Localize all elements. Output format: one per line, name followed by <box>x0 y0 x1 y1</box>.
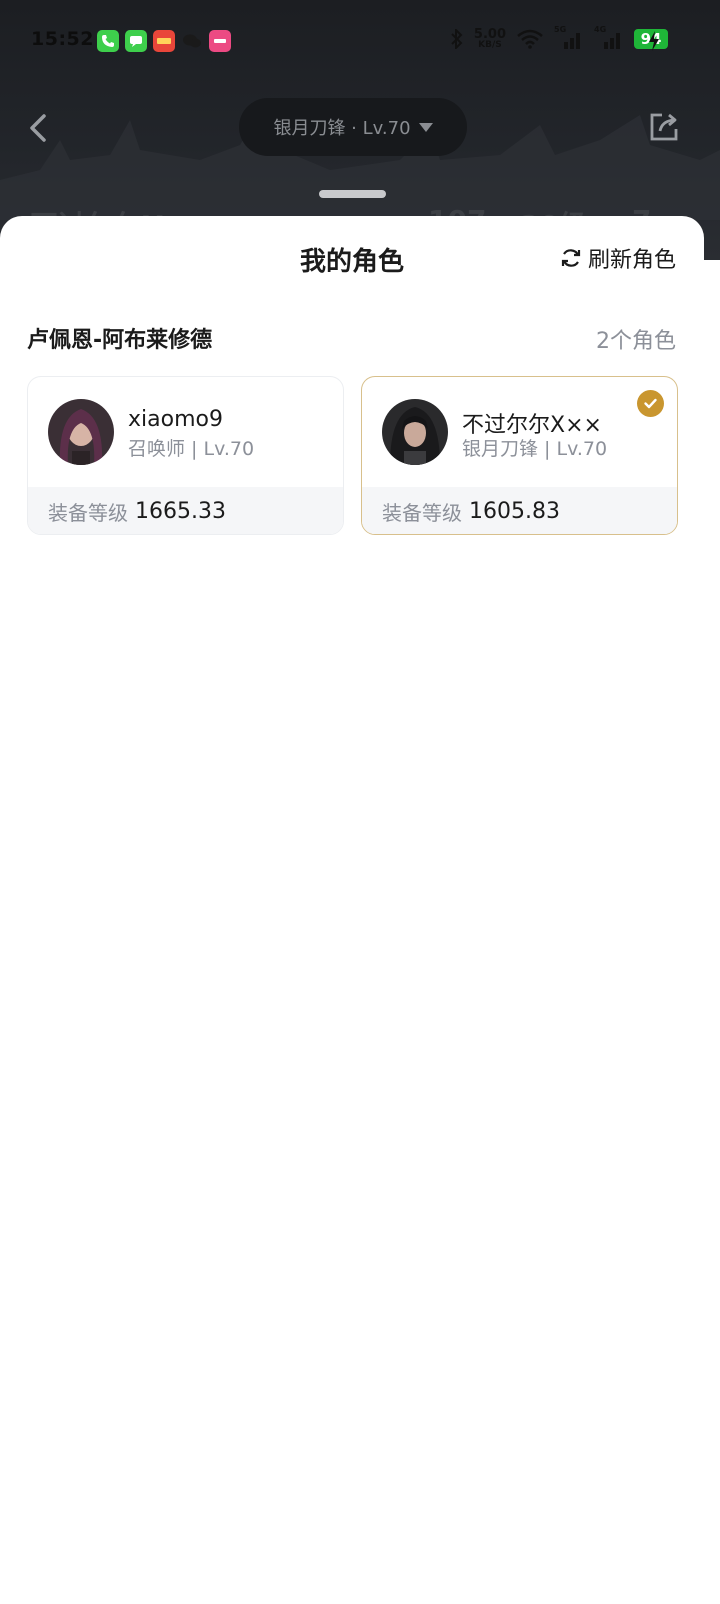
social-app-icon <box>209 30 231 52</box>
server-name: 卢佩恩-阿布莱修德 <box>27 328 213 353</box>
bluetooth-icon <box>451 29 463 49</box>
character-selector[interactable]: 银月刀锋 · Lv.70 <box>239 98 467 156</box>
character-selector-label: 银月刀锋 · Lv.70 <box>273 118 411 139</box>
character-count: 2个角色 <box>596 329 676 354</box>
network-speed: 5.00 KB/S <box>473 27 506 50</box>
character-avatar <box>382 399 448 465</box>
character-card-selected[interactable]: 不过尔尔X×× 银月刀锋 | Lv.70 装备等级 1605.83 <box>361 376 678 535</box>
status-time: 15:52 <box>31 28 94 50</box>
gear-level-label: 装备等级 <box>48 501 128 525</box>
character-name: xiaomo9 <box>128 407 223 432</box>
notification-icons <box>97 30 231 52</box>
wechat-icon <box>181 30 203 52</box>
refresh-label: 刷新角色 <box>587 248 676 273</box>
signal-4g-icon: 4G <box>594 25 624 50</box>
messages-icon <box>125 30 147 52</box>
refresh-icon <box>561 249 581 267</box>
status-indicators: 5.00 KB/S 5G 4G 94 <box>450 25 668 50</box>
caret-down-icon <box>418 122 433 132</box>
phone-icon <box>97 30 119 52</box>
character-avatar <box>48 399 114 465</box>
gear-level-row: 装备等级 1665.33 <box>28 487 343 534</box>
character-card-header: 不过尔尔X×× 银月刀锋 | Lv.70 <box>362 377 677 487</box>
charging-icon <box>649 31 659 51</box>
check-icon <box>644 398 657 409</box>
gear-level-value: 1605.83 <box>469 499 560 524</box>
share-icon[interactable] <box>648 111 680 143</box>
character-card-xiaomo9[interactable]: xiaomo9 召唤师 | Lv.70 装备等级 1665.33 <box>27 376 344 535</box>
character-class-level: 召唤师 | Lv.70 <box>128 438 255 460</box>
refresh-characters-button[interactable]: 刷新角色 <box>560 242 676 274</box>
character-card-header: xiaomo9 召唤师 | Lv.70 <box>28 377 343 487</box>
character-class-level: 银月刀锋 | Lv.70 <box>462 438 608 460</box>
selected-badge <box>637 390 664 417</box>
gear-level-row: 装备等级 1605.83 <box>362 487 677 534</box>
gear-level-value: 1665.33 <box>135 499 226 524</box>
chevron-left-icon[interactable] <box>24 112 52 144</box>
signal-5g-icon: 5G <box>554 25 584 50</box>
gear-level-label: 装备等级 <box>382 501 462 525</box>
my-characters-sheet: 我的角色 刷新角色 卢佩恩-阿布莱修德 2个角色 xiaomo9 召唤师 | L… <box>0 216 704 1604</box>
sheet-drag-handle[interactable] <box>319 190 386 198</box>
shopping-app-icon <box>153 30 175 52</box>
wifi-icon <box>517 29 543 49</box>
status-bar: 15:52 5.00 KB/S 5G 4G <box>0 0 720 80</box>
